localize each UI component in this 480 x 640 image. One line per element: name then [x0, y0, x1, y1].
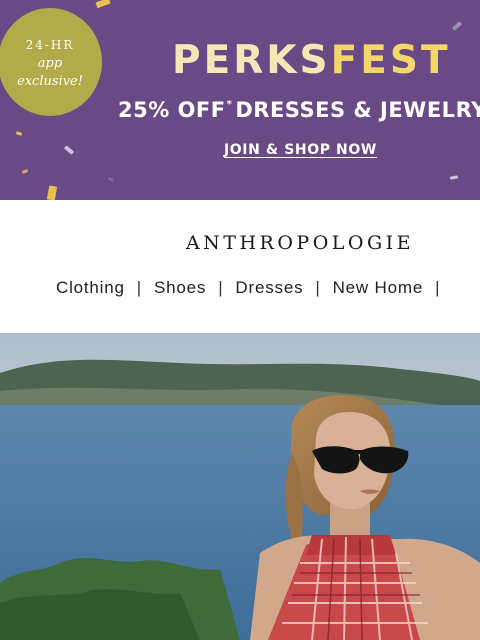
- confetti-decoration: [95, 0, 111, 9]
- nav-item-dresses[interactable]: Dresses: [235, 278, 303, 298]
- join-and-shop-button[interactable]: JOIN & SHOP NOW: [224, 142, 377, 158]
- brand-logo[interactable]: ANTHROPOLOGIE: [0, 232, 480, 254]
- promo-headline: PERKSFEST: [172, 38, 451, 83]
- confetti-decoration: [451, 21, 463, 31]
- offer-mark: *: [226, 99, 233, 110]
- promo-banner[interactable]: 24-HR app exclusive! PERKSFEST 25% OFF* D…: [0, 0, 480, 200]
- hero-image[interactable]: [0, 333, 480, 640]
- nav-separator: |: [435, 278, 441, 297]
- offer-items: DRESSES & JEWELRY: [235, 98, 480, 122]
- app-exclusive-badge: 24-HR app exclusive!: [0, 8, 102, 116]
- confetti-decoration: [63, 145, 75, 155]
- category-nav: Clothing | Shoes | Dresses | New Home |: [56, 278, 452, 298]
- confetti-decoration: [15, 131, 23, 136]
- nav-item-new-home[interactable]: New Home: [333, 278, 423, 298]
- nav-separator: |: [136, 278, 142, 297]
- nav-separator: |: [218, 278, 224, 297]
- confetti-decoration: [449, 175, 459, 180]
- hero-photo: [0, 333, 480, 640]
- headline-part-1: PERKS: [172, 38, 331, 83]
- nav-separator: |: [315, 278, 321, 297]
- badge-line-2: app: [37, 56, 63, 71]
- offer-text: 25% OFF: [118, 98, 226, 122]
- promo-offer: 25% OFF* DRESSES & JEWELRY: [118, 98, 480, 122]
- confetti-decoration: [107, 176, 115, 183]
- badge-line-3: exclusive!: [17, 74, 83, 89]
- confetti-decoration: [21, 169, 29, 174]
- nav-item-clothing[interactable]: Clothing: [56, 278, 125, 298]
- site-header: ANTHROPOLOGIE Clothing | Shoes | Dresses…: [0, 200, 480, 333]
- headline-part-2: FEST: [330, 38, 451, 83]
- confetti-decoration: [46, 185, 58, 200]
- badge-line-1: 24-HR: [25, 38, 75, 52]
- nav-item-shoes[interactable]: Shoes: [154, 278, 206, 298]
